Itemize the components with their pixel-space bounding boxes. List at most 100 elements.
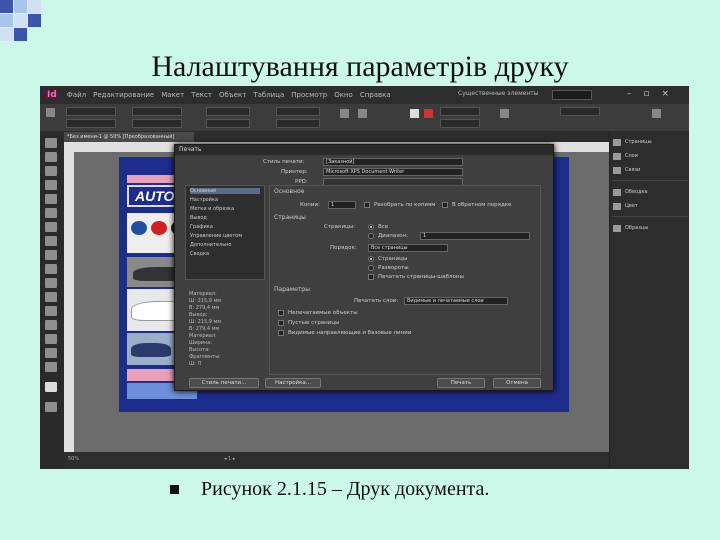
window-controls[interactable]: –▫×: [627, 89, 681, 99]
menu-item-window[interactable]: Окно: [334, 91, 353, 99]
panel-color[interactable]: Цвет: [613, 200, 687, 212]
width-field[interactable]: [132, 107, 182, 116]
sequence-select[interactable]: Все страницы: [368, 244, 448, 252]
note-tool-icon[interactable]: [45, 320, 57, 330]
print-preview-info: Материал: Ш: 215,9 мм В: 279,4 мм Вывод:…: [185, 291, 265, 371]
printer-select[interactable]: Microsoft XPS Document Writer: [323, 168, 463, 176]
all-pages-radio[interactable]: [368, 224, 374, 230]
panel-pages[interactable]: Страницы: [613, 136, 687, 148]
stroke-weight-field[interactable]: [440, 107, 480, 116]
zoom-tool-icon[interactable]: [45, 362, 57, 372]
reverse-checkbox[interactable]: [442, 202, 448, 208]
menu-item-layout[interactable]: Макет: [161, 91, 184, 99]
page-tool-icon[interactable]: [45, 166, 57, 176]
gap-tool-icon[interactable]: [45, 180, 57, 190]
menu-item-help[interactable]: Справка: [360, 91, 391, 99]
printer-setup-button[interactable]: Настройка...: [265, 378, 321, 388]
panel-swatches[interactable]: Образцы: [613, 222, 687, 234]
category-item[interactable]: Дополнительно: [190, 242, 231, 248]
preview-line: Ш: 215,9 мм: [189, 298, 222, 304]
car-image: [131, 343, 171, 357]
copies-field[interactable]: 1: [328, 201, 356, 209]
settings-area: Основное Копии: 1 Разобрать по копиям В …: [269, 185, 541, 375]
free-transform-tool-icon[interactable]: [45, 292, 57, 302]
document-tab[interactable]: *Без имени-1 @ 50% [Преобразованный]: [64, 132, 194, 142]
bullet-icon: [170, 485, 179, 494]
fill-icon[interactable]: [410, 109, 419, 118]
guides-checkbox[interactable]: [278, 330, 284, 336]
sequence-label: Порядок:: [330, 245, 357, 251]
preset-select[interactable]: [Заказной]: [323, 158, 463, 166]
figure-caption: Рисунок 2.1.15 – Друк документа.: [170, 478, 489, 501]
zoom-level[interactable]: 50%: [68, 456, 79, 462]
type-tool-icon[interactable]: [45, 194, 57, 204]
panels-dock: Страницы Слои Связи Обводка Цвет Образцы: [609, 132, 689, 469]
x-field[interactable]: [66, 107, 116, 116]
panel-layers[interactable]: Слои: [613, 150, 687, 162]
select-container-icon[interactable]: [358, 109, 367, 118]
view-mode-icon[interactable]: [45, 402, 57, 412]
master-pages-checkbox[interactable]: [368, 274, 374, 280]
quick-apply-icon[interactable]: [652, 109, 661, 118]
category-list: Основные Настройка Метки и обрезка Вывод…: [185, 185, 265, 280]
spreads-radio[interactable]: [368, 265, 374, 271]
fill-stroke-icon[interactable]: [45, 382, 57, 392]
scale-x-field[interactable]: [206, 107, 250, 116]
height-field[interactable]: [132, 119, 182, 128]
effects-icon[interactable]: [500, 109, 509, 118]
menu-item-view[interactable]: Просмотр: [291, 91, 327, 99]
page-navigator[interactable]: ◂ 1 ▸: [224, 456, 235, 462]
eyedropper-tool-icon[interactable]: [45, 334, 57, 344]
preview-line: Материал:: [189, 291, 217, 297]
category-item[interactable]: Управление цветом: [190, 233, 242, 239]
category-item[interactable]: Настройка: [190, 197, 218, 203]
menu-item-file[interactable]: Файл: [67, 91, 86, 99]
spreads-option-label: Развороты: [378, 265, 409, 271]
stroke-icon[interactable]: [424, 109, 433, 118]
y-field[interactable]: [66, 119, 116, 128]
reference-point-icon[interactable]: [46, 108, 55, 117]
category-item[interactable]: Вывод: [190, 215, 207, 221]
menu-item-table[interactable]: Таблица: [253, 91, 284, 99]
category-item[interactable]: Сводка: [190, 251, 209, 257]
blank-pages-checkbox[interactable]: [278, 320, 284, 326]
nonprint-checkbox[interactable]: [278, 310, 284, 316]
hand-tool-icon[interactable]: [45, 348, 57, 358]
rotate-field[interactable]: [276, 107, 320, 116]
rectangle-frame-tool-icon[interactable]: [45, 250, 57, 260]
shear-field[interactable]: [276, 119, 320, 128]
status-bar: 50% ◂ 1 ▸: [64, 452, 609, 469]
category-item[interactable]: Графика: [190, 224, 213, 230]
stroke-type-field[interactable]: [440, 119, 480, 128]
flip-icon[interactable]: [340, 109, 349, 118]
dialog-title: Печать: [175, 145, 553, 155]
rectangle-tool-icon[interactable]: [45, 264, 57, 274]
scissors-tool-icon[interactable]: [45, 278, 57, 288]
selection-tool-icon[interactable]: [45, 138, 57, 148]
pen-tool-icon[interactable]: [45, 222, 57, 232]
print-button[interactable]: Печать: [437, 378, 485, 388]
all-pages-label: Все: [378, 224, 389, 230]
pencil-tool-icon[interactable]: [45, 236, 57, 246]
menu-item-edit[interactable]: Редактирование: [93, 91, 154, 99]
line-tool-icon[interactable]: [45, 208, 57, 218]
range-field[interactable]: 1: [420, 232, 530, 240]
cancel-button[interactable]: Отмена: [493, 378, 541, 388]
direct-selection-tool-icon[interactable]: [45, 152, 57, 162]
gradient-tool-icon[interactable]: [45, 306, 57, 316]
category-item[interactable]: Метки и обрезка: [190, 206, 234, 212]
menu-item-object[interactable]: Объект: [219, 91, 246, 99]
category-item[interactable]: Основные: [190, 188, 260, 194]
search-input[interactable]: [552, 90, 592, 100]
frame-fitting-field[interactable]: [560, 107, 600, 116]
print-style-button[interactable]: Стиль печати...: [189, 378, 259, 388]
scale-y-field[interactable]: [206, 119, 250, 128]
range-radio[interactable]: [368, 233, 374, 239]
panel-stroke[interactable]: Обводка: [613, 186, 687, 198]
layers-select[interactable]: Видимые и печатаемые слои: [404, 297, 508, 305]
collate-checkbox[interactable]: [364, 202, 370, 208]
pages-radio[interactable]: [368, 256, 374, 262]
workspace-switcher[interactable]: Существенные элементы: [458, 90, 538, 97]
menu-item-type[interactable]: Текст: [191, 91, 212, 99]
panel-links[interactable]: Связи: [613, 164, 687, 176]
